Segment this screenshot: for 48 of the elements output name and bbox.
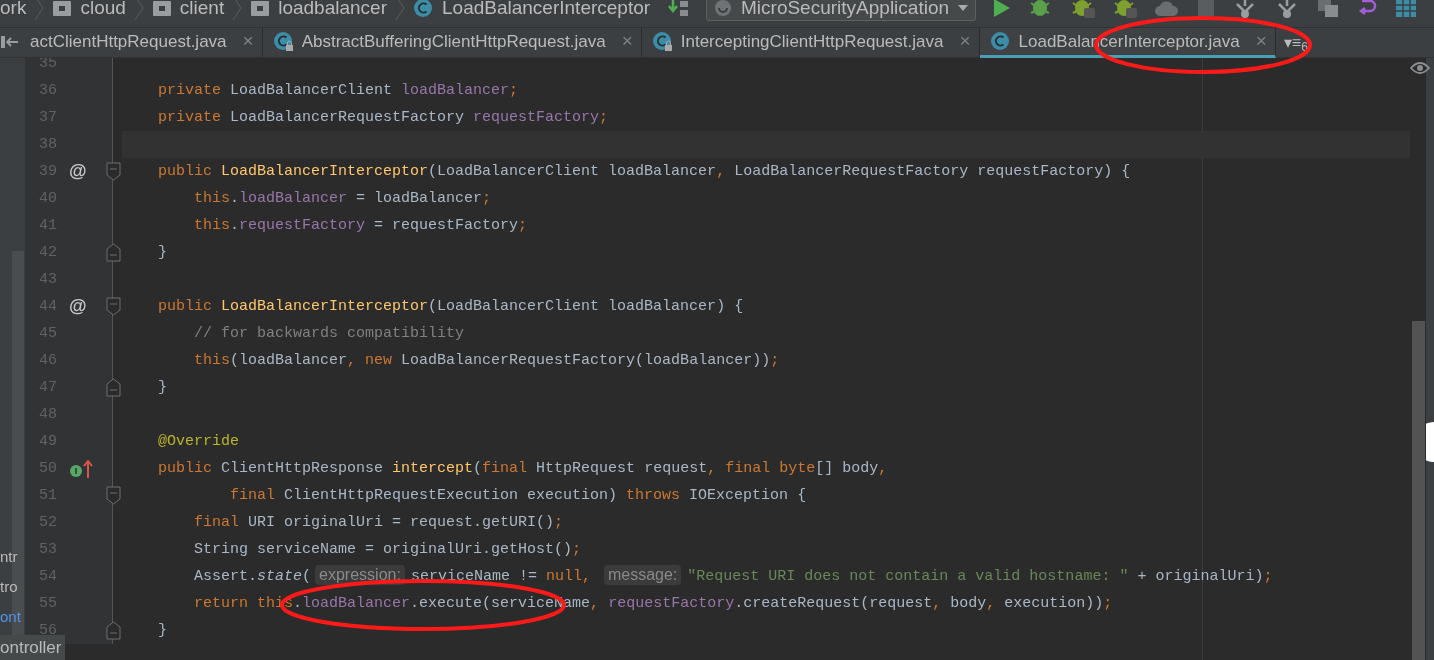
override-marker[interactable]: @	[69, 158, 87, 185]
code-line: this.loadBalancer = loadBalancer;	[193, 190, 492, 207]
copy-icon[interactable]	[1316, 0, 1341, 19]
editor-tab[interactable]: InterceptingClientHttpRequest.java ×	[641, 28, 980, 58]
code-line: Assert.state( expression: serviceName != null, message: "Request URI does not contain a valid hostname: " + originalUri);	[193, 568, 1273, 585]
tab-list-button[interactable]: ▾≡$_{6}$	[1279, 28, 1312, 57]
class-icon	[413, 0, 434, 19]
breadcrumb-item[interactable]: ork	[0, 0, 27, 23]
bug-icon[interactable]	[1112, 0, 1139, 20]
code-line: private LoadBalancerRequestFactory requestFactory;	[157, 109, 609, 126]
scrollbar[interactable]	[1412, 321, 1425, 660]
chevron-icon	[34, 0, 45, 21]
editor-tab[interactable]: AbstractBufferingClientHttpRequest.java ×	[262, 28, 642, 58]
code-line: }	[157, 379, 167, 396]
chevron-icon	[395, 0, 405, 21]
breadcrumb-item[interactable]: cloud	[80, 0, 126, 23]
code-line: public ClientHttpResponse intercept(final HttpRequest request, final byte[] body,	[157, 460, 888, 477]
grid-icon[interactable]	[1394, 0, 1419, 19]
tree-item[interactable]: ntr	[0, 542, 25, 572]
code-line: this.requestFactory = requestFactory;	[193, 217, 528, 234]
stop-icon[interactable]	[1196, 0, 1217, 18]
caret-icon	[957, 4, 970, 12]
code-line: // for backwards compatibility	[193, 325, 465, 342]
code-line: public LoadBalancerInterceptor(LoadBalancerClient loadBalancer) {	[157, 298, 744, 315]
breadcrumb-item[interactable]: loadbalancer	[278, 0, 387, 23]
update-icon[interactable]	[668, 0, 690, 19]
code-line: this(loadBalancer, new LoadBalancerRequestFactory(loadBalancer));	[193, 352, 780, 369]
breadcrumb-item[interactable]: LoadBalancerInterceptor	[442, 0, 651, 23]
cloud-icon[interactable]	[1154, 0, 1181, 18]
tooltip: ontroller	[0, 635, 66, 660]
tree-item[interactable]: tro	[0, 572, 25, 602]
code-line: final URI originalUri = request.getURI();	[193, 514, 564, 531]
code-line: String serviceName = originalUri.getHost();	[193, 541, 582, 558]
code-line: }	[157, 622, 167, 639]
tree-item[interactable]: ont	[0, 602, 25, 632]
code-line: @Override	[157, 433, 240, 450]
code-line: }	[157, 244, 167, 261]
code-line: final ClientHttpRequestExecution execution) throws IOException {	[229, 487, 807, 504]
breadcrumb-item[interactable]: client	[179, 0, 225, 23]
chevron-icon	[133, 0, 144, 21]
app-icon	[713, 0, 733, 18]
eye-icon[interactable]	[1410, 61, 1430, 75]
chevron-icon	[232, 0, 243, 21]
bug-icon[interactable]	[1070, 0, 1097, 20]
code-line: public LoadBalancerInterceptor(LoadBalancerClient loadBalancer, LoadBalancerRequestFactory requestFactory) {	[157, 163, 1131, 180]
override-marker[interactable]: @	[69, 293, 87, 320]
run-config-dropdown[interactable]: MicroSecurityApplication	[706, 0, 977, 21]
code-line: private LoadBalancerClient loadBalancer;	[157, 82, 519, 99]
